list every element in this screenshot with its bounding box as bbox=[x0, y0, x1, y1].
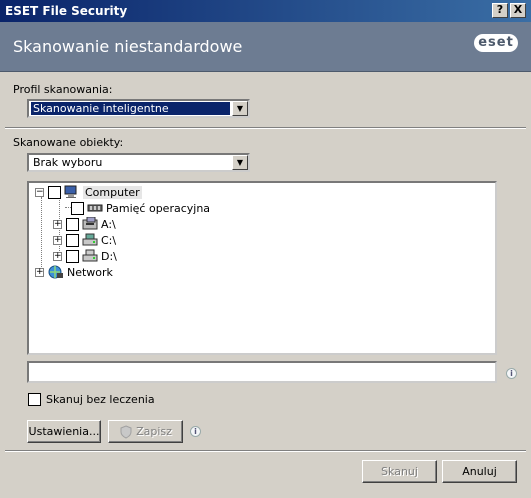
targets-select[interactable]: Brak wyboru ▼ bbox=[27, 153, 250, 172]
settings-button[interactable]: Ustawienia... bbox=[27, 420, 101, 443]
no-clean-label: Skanuj bez leczenia bbox=[46, 393, 155, 406]
scan-button[interactable]: Skanuj bbox=[362, 460, 437, 483]
profile-value: Skanowanie inteligentne bbox=[31, 102, 230, 115]
targets-value: Brak wyboru bbox=[33, 156, 103, 169]
profile-label: Profil skanowania: bbox=[13, 83, 113, 96]
tree-label: C:\ bbox=[101, 233, 117, 247]
targets-label: Skanowane obiekty: bbox=[13, 136, 124, 149]
window-title: ESET File Security bbox=[5, 4, 128, 18]
title-bar: ESET File Security ? X bbox=[0, 0, 531, 22]
memory-icon bbox=[87, 204, 103, 212]
tree-label: Network bbox=[67, 265, 113, 279]
help-button[interactable]: ? bbox=[492, 3, 508, 18]
tree-label: D:\ bbox=[101, 249, 117, 263]
tree-node-drive-a[interactable]: + A:\ bbox=[53, 216, 116, 232]
shield-icon bbox=[120, 424, 132, 439]
expand-icon[interactable]: + bbox=[53, 235, 62, 245]
expand-icon[interactable]: + bbox=[35, 267, 44, 277]
tree-node-network[interactable]: + Network bbox=[35, 264, 113, 280]
info-icon[interactable]: i bbox=[506, 368, 517, 379]
checkbox-computer[interactable] bbox=[48, 185, 61, 199]
scan-target-tree[interactable]: − Computer Pamięć operacyjna + A:\ + C:\… bbox=[27, 181, 497, 355]
close-button[interactable]: X bbox=[510, 3, 526, 18]
tree-label: Pamięć operacyjna bbox=[106, 201, 211, 215]
checkbox-drive-c[interactable] bbox=[66, 233, 79, 247]
checkbox-memory[interactable] bbox=[71, 201, 84, 215]
checkbox-no-clean[interactable] bbox=[28, 393, 41, 406]
network-icon bbox=[48, 265, 63, 279]
hard-drive-icon bbox=[82, 233, 98, 246]
eset-logo: eset bbox=[474, 34, 518, 52]
tree-node-drive-c[interactable]: + C:\ bbox=[53, 232, 116, 248]
tree-line bbox=[41, 197, 42, 273]
profile-select[interactable]: Skanowanie inteligentne ▼ bbox=[27, 99, 250, 118]
path-input[interactable] bbox=[27, 361, 497, 383]
tree-label: A:\ bbox=[101, 217, 116, 231]
floppy-drive-icon bbox=[82, 217, 98, 230]
info-icon[interactable]: i bbox=[190, 426, 201, 437]
separator bbox=[5, 127, 526, 129]
dialog-title: Skanowanie niestandardowe bbox=[13, 37, 243, 56]
checkbox-drive-a[interactable] bbox=[66, 217, 79, 231]
chevron-down-icon[interactable]: ▼ bbox=[232, 155, 248, 170]
expand-icon[interactable]: + bbox=[53, 251, 62, 261]
expand-icon[interactable]: + bbox=[53, 219, 62, 229]
tree-node-drive-d[interactable]: + D:\ bbox=[53, 248, 117, 264]
scan-no-clean-option[interactable]: Skanuj bez leczenia bbox=[28, 393, 155, 406]
tree-node-computer[interactable]: − Computer bbox=[35, 184, 142, 200]
chevron-down-icon[interactable]: ▼ bbox=[232, 101, 248, 116]
tree-node-memory[interactable]: Pamięć operacyjna bbox=[71, 200, 210, 216]
collapse-icon[interactable]: − bbox=[35, 187, 44, 197]
dialog-header: Skanowanie niestandardowe eset bbox=[0, 22, 531, 72]
checkbox-drive-d[interactable] bbox=[66, 249, 79, 263]
separator bbox=[5, 450, 526, 452]
computer-icon bbox=[64, 185, 77, 198]
cancel-button[interactable]: Anuluj bbox=[442, 460, 517, 483]
save-label: Zapisz bbox=[136, 425, 172, 438]
tree-label-computer: Computer bbox=[83, 185, 142, 199]
hard-drive-icon bbox=[82, 249, 98, 262]
save-button[interactable]: Zapisz bbox=[108, 420, 183, 443]
